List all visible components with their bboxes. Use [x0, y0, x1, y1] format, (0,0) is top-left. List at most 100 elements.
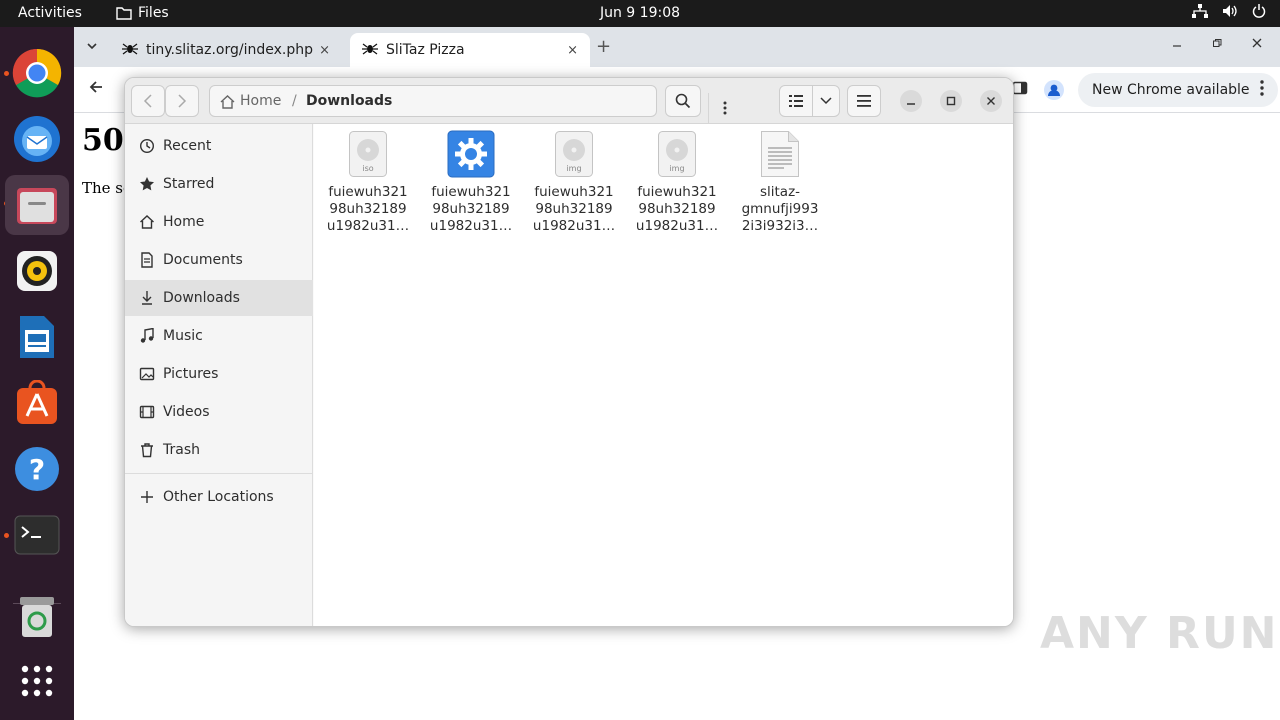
view-list-button[interactable] — [779, 85, 813, 117]
tab-close-button[interactable]: × — [319, 43, 330, 58]
breadcrumb-current[interactable]: Downloads — [306, 93, 392, 109]
close-icon[interactable] — [1252, 37, 1262, 52]
file-grid[interactable]: iso fuiewuh321 98uh32189 u1982u31… fuiew… — [314, 124, 1013, 626]
thunderbird-icon — [14, 116, 60, 162]
star-icon — [140, 177, 154, 191]
file-name-line: 98uh32189 — [329, 201, 407, 217]
chrome-icon — [12, 48, 62, 98]
power-icon — [1252, 4, 1266, 18]
sidebar-item-label: Trash — [163, 442, 200, 458]
tab-title: tiny.slitaz.org/index.php — [146, 42, 314, 58]
sidebar-item-documents[interactable]: Documents — [125, 242, 313, 278]
sidebar-item-label: Other Locations — [163, 489, 274, 505]
rhythmbox-launcher[interactable] — [5, 241, 69, 301]
tab-title: SliTaz Pizza — [386, 42, 465, 58]
file-name-line: fuiewuh321 — [431, 184, 511, 200]
svg-text:iso: iso — [362, 164, 373, 173]
disc-image-iso-icon: iso — [349, 131, 387, 177]
sidebar-item-label: Downloads — [163, 290, 240, 306]
sidebar-item-pictures[interactable]: Pictures — [125, 356, 313, 392]
file-name-line: slitaz- — [759, 184, 801, 200]
files-window: Home / Downloads Recent Starred Home Doc… — [124, 77, 1014, 627]
minimize-icon[interactable] — [1172, 37, 1182, 52]
forward-button[interactable] — [165, 85, 199, 117]
file-item[interactable]: img fuiewuh321 98uh32189 u1982u31… — [526, 130, 622, 235]
tab-close-button[interactable]: × — [567, 43, 578, 58]
file-item[interactable]: img fuiewuh321 98uh32189 u1982u31… — [629, 130, 725, 235]
chrome-launcher[interactable] — [5, 43, 69, 103]
executable-gear-icon — [447, 130, 495, 178]
sidebar-item-trash[interactable]: Trash — [125, 432, 313, 468]
document-icon — [141, 252, 153, 268]
sidebar-item-label: Recent — [163, 138, 212, 154]
tab-tiny-slitaz[interactable]: tiny.slitaz.org/index.php × — [110, 33, 342, 67]
window-maximize-button[interactable] — [940, 90, 962, 112]
back-button[interactable] — [131, 85, 165, 117]
home-icon — [220, 94, 235, 113]
software-launcher[interactable] — [5, 373, 69, 433]
video-icon — [139, 405, 155, 419]
file-name-line: 98uh32189 — [535, 201, 613, 217]
search-icon — [675, 93, 691, 109]
app-grid-icon — [21, 665, 53, 697]
document-writer-icon — [20, 316, 54, 358]
disc-image-img-icon: img — [555, 131, 593, 177]
files-icon — [17, 188, 57, 224]
breadcrumb-home[interactable]: Home — [240, 93, 281, 109]
writer-launcher[interactable] — [5, 307, 69, 367]
path-bar[interactable]: Home / Downloads — [209, 85, 727, 123]
network-icon — [1192, 4, 1208, 18]
trash-bin-icon — [20, 597, 54, 637]
file-name-line: fuiewuh321 — [534, 184, 614, 200]
svg-text:img: img — [669, 164, 684, 173]
close-icon — [987, 97, 995, 105]
speaker-icon — [17, 251, 57, 291]
tab-slitaz-pizza[interactable]: SliTaz Pizza × — [350, 33, 590, 67]
window-minimize-button[interactable] — [900, 90, 922, 112]
side-panel-icon[interactable] — [1012, 80, 1028, 100]
trash-launcher[interactable] — [5, 587, 69, 647]
spider-icon — [122, 41, 138, 59]
main-menu-button[interactable] — [847, 85, 881, 117]
profile-icon[interactable] — [1044, 80, 1064, 104]
new-tab-button[interactable]: + — [596, 36, 611, 57]
back-arrow-icon[interactable] — [88, 79, 104, 99]
show-apps-button[interactable] — [5, 651, 69, 711]
restore-icon[interactable] — [1212, 37, 1222, 52]
search-button[interactable] — [665, 85, 701, 117]
file-item[interactable]: slitaz- gmnufji993 2i3i932i3… — [732, 130, 828, 235]
help-launcher[interactable]: ? — [5, 439, 69, 499]
view-options-button[interactable] — [812, 85, 840, 117]
file-name-line: u1982u31… — [635, 218, 719, 234]
sidebar-item-music[interactable]: Music — [125, 318, 313, 354]
sidebar-item-downloads[interactable]: Downloads — [125, 280, 313, 316]
sidebar-item-other-locations[interactable]: Other Locations — [125, 479, 313, 515]
sidebar-item-home[interactable]: Home — [125, 204, 313, 240]
file-item[interactable]: fuiewuh321 98uh32189 u1982u31… — [423, 130, 519, 235]
file-name-line: 98uh32189 — [432, 201, 510, 217]
disc-image-img-icon: img — [658, 131, 696, 177]
app-store-icon — [17, 380, 57, 424]
update-chrome-button[interactable]: New Chrome available — [1078, 73, 1278, 107]
clock[interactable]: Jun 9 19:08 — [0, 5, 1280, 21]
files-launcher[interactable] — [5, 175, 69, 235]
sidebar-item-recent[interactable]: Recent — [125, 128, 313, 164]
thunderbird-launcher[interactable] — [5, 109, 69, 169]
chevron-right-icon — [178, 94, 187, 108]
path-menu-button[interactable] — [708, 93, 741, 123]
file-item[interactable]: iso fuiewuh321 98uh32189 u1982u31… — [320, 130, 416, 235]
terminal-launcher[interactable] — [5, 505, 69, 565]
text-document-icon — [761, 131, 799, 177]
sidebar-item-label: Videos — [163, 404, 210, 420]
sidebar-item-label: Starred — [163, 176, 215, 192]
tab-search-icon[interactable] — [86, 37, 98, 56]
file-name-line: fuiewuh321 — [328, 184, 408, 200]
file-name-line: 2i3i932i3… — [741, 218, 819, 234]
system-tray[interactable] — [1192, 4, 1266, 18]
window-close-button[interactable] — [980, 90, 1002, 112]
sidebar-item-starred[interactable]: Starred — [125, 166, 313, 202]
top-bar: Activities Files Jun 9 19:08 — [0, 0, 1280, 27]
maximize-icon — [946, 96, 956, 106]
volume-icon — [1222, 4, 1238, 18]
sidebar-item-videos[interactable]: Videos — [125, 394, 313, 430]
